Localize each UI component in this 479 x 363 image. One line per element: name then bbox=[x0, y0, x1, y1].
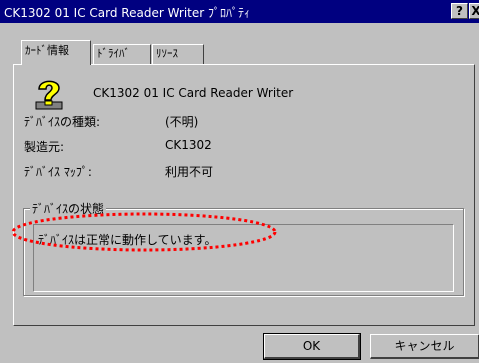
device-name: CK1302 01 IC Card Reader Writer bbox=[93, 86, 294, 100]
property-value-manufacturer: CK1302 bbox=[165, 138, 212, 152]
help-button[interactable]: ? bbox=[451, 3, 468, 19]
property-label-device-map: ﾃﾞﾊﾞｲｽ ﾏｯﾌﾟ: bbox=[24, 165, 92, 179]
title-bar[interactable]: CK1302 01 IC Card Reader Writer ﾌﾟﾛﾊﾟﾃｨ … bbox=[0, 0, 479, 23]
device-status-legend: ﾃﾞﾊﾞｲｽの状態 bbox=[30, 200, 107, 217]
tab-resources[interactable]: ﾘｿｰｽ bbox=[152, 44, 204, 64]
tab-card-info[interactable]: ｶｰﾄﾞ情報 bbox=[21, 40, 91, 65]
property-label-manufacturer: 製造元: bbox=[24, 140, 65, 154]
tab-label: ﾄﾞﾗｲﾊﾞ bbox=[97, 47, 130, 60]
window-title: CK1302 01 IC Card Reader Writer ﾌﾟﾛﾊﾟﾃｨ bbox=[4, 6, 251, 20]
device-status-text: ﾃﾞﾊﾞｲｽは正常に動作しています。 bbox=[38, 233, 217, 247]
tab-label: ｶｰﾄﾞ情報 bbox=[25, 44, 69, 57]
property-value-device-type: (不明) bbox=[165, 115, 199, 129]
cancel-button[interactable]: キャンセル bbox=[370, 334, 479, 359]
tab-driver[interactable]: ﾄﾞﾗｲﾊﾞ bbox=[93, 44, 151, 64]
question-icon bbox=[35, 80, 63, 110]
tab-label: ﾘｿｰｽ bbox=[156, 47, 178, 60]
close-button[interactable]: X bbox=[469, 3, 479, 19]
ok-button[interactable]: OK bbox=[263, 333, 361, 360]
property-label-device-type: ﾃﾞﾊﾞｲｽの種類: bbox=[24, 115, 101, 129]
property-value-device-map: 利用不可 bbox=[165, 165, 214, 179]
